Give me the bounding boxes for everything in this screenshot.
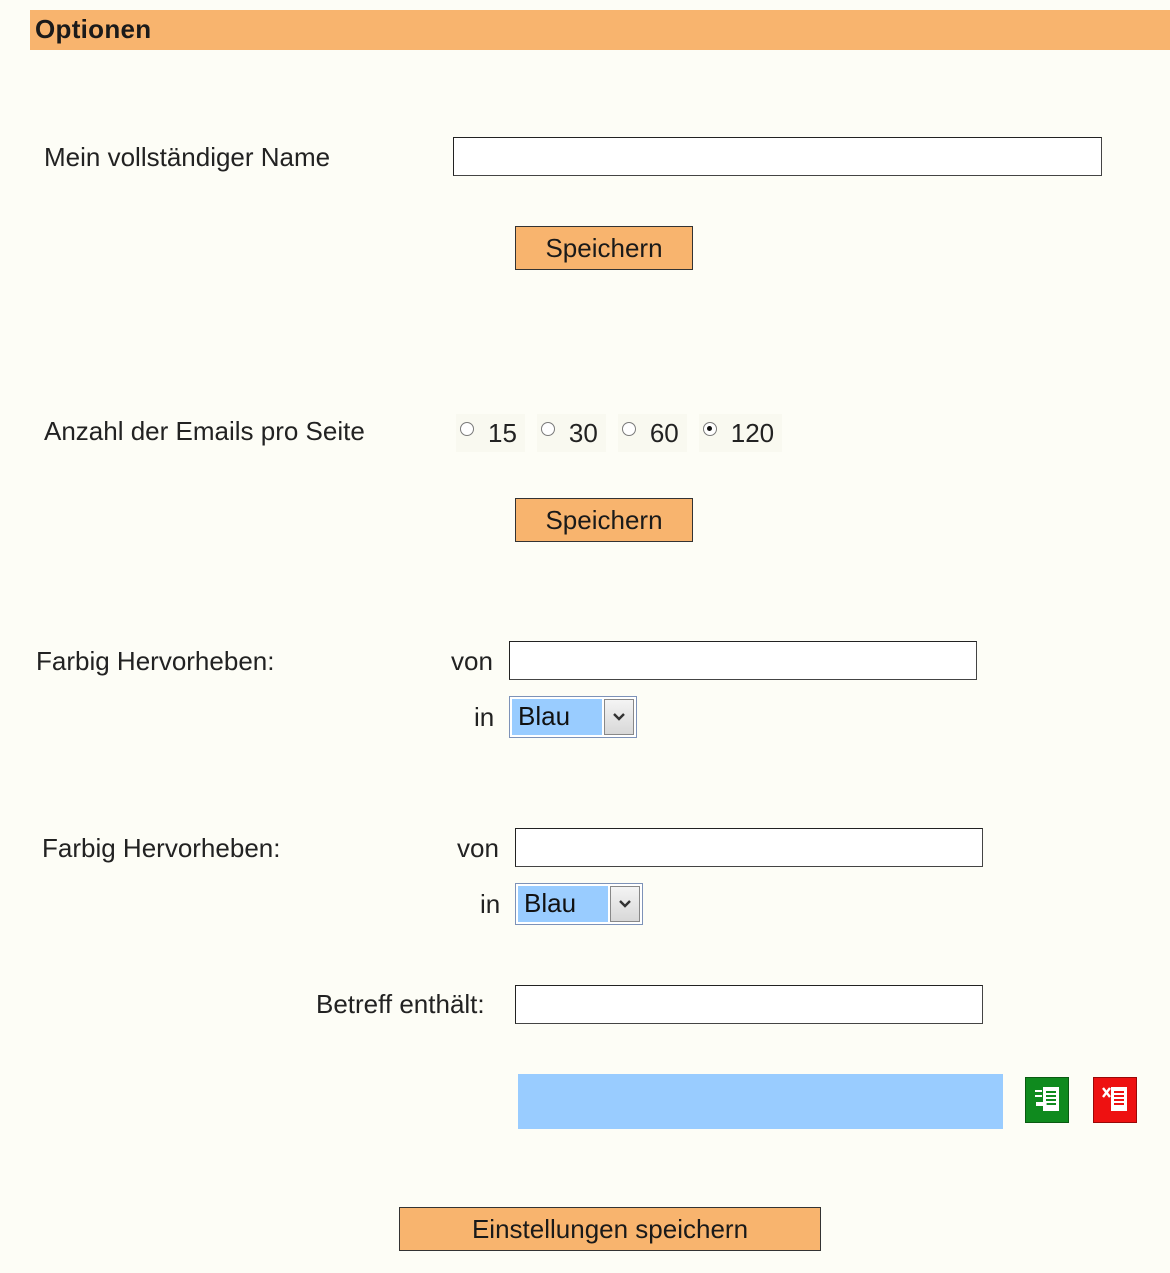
radio-button[interactable] (460, 422, 474, 436)
full-name-label: Mein vollständiger Name (44, 142, 331, 172)
save-emails-per-page-button[interactable]: Speichern (515, 498, 693, 542)
chevron-down-icon[interactable] (604, 699, 634, 735)
full-name-input[interactable] (453, 137, 1102, 176)
radio-button[interactable] (621, 422, 636, 436)
subject-contains-input[interactable] (515, 985, 983, 1024)
emails-per-page-label: Anzahl der Emails pro Seite (44, 416, 365, 446)
filter-list-box[interactable] (518, 1074, 1003, 1129)
radio-button-checked[interactable] (702, 422, 717, 436)
save-settings-button[interactable]: Einstellungen speichern (399, 1207, 821, 1251)
radio-label: 15 (488, 417, 517, 448)
save-name-button[interactable]: Speichern (515, 226, 693, 270)
select-value: Blau (512, 699, 602, 735)
highlight-2-from-label: von (457, 833, 499, 863)
add-filter-icon[interactable] (1025, 1077, 1069, 1123)
radio-label: 60 (649, 417, 679, 448)
delete-filter-icon[interactable] (1093, 1077, 1137, 1123)
radio-label: 120 (730, 417, 775, 448)
subject-contains-label: Betreff enthält: (316, 989, 485, 1019)
highlight-1-color-select[interactable]: Blau (509, 696, 637, 738)
highlight-2-from-input[interactable] (515, 828, 983, 867)
select-value: Blau (518, 886, 608, 922)
highlight-2-color-select[interactable]: Blau (515, 883, 643, 925)
radio-option-60[interactable]: 60 (617, 414, 687, 452)
radio-button[interactable] (540, 422, 555, 436)
highlight-2-label: Farbig Hervorheben: (42, 833, 281, 863)
highlight-1-from-label: von (451, 646, 493, 676)
highlight-1-in-label: in (474, 702, 495, 732)
page-title: Optionen (35, 14, 152, 44)
highlight-1-from-input[interactable] (509, 641, 977, 680)
header-bar (30, 10, 1170, 50)
highlight-1-label: Farbig Hervorheben: (36, 646, 275, 676)
highlight-2-in-label: in (480, 889, 501, 919)
radio-option-120[interactable]: 120 (698, 414, 783, 452)
chevron-down-icon[interactable] (610, 886, 640, 922)
radio-option-15[interactable]: 15 (456, 414, 525, 452)
radio-label: 30 (568, 417, 598, 448)
radio-option-30[interactable]: 30 (536, 414, 606, 452)
emails-per-page-radio-group: 15 30 60 120 (456, 414, 794, 452)
